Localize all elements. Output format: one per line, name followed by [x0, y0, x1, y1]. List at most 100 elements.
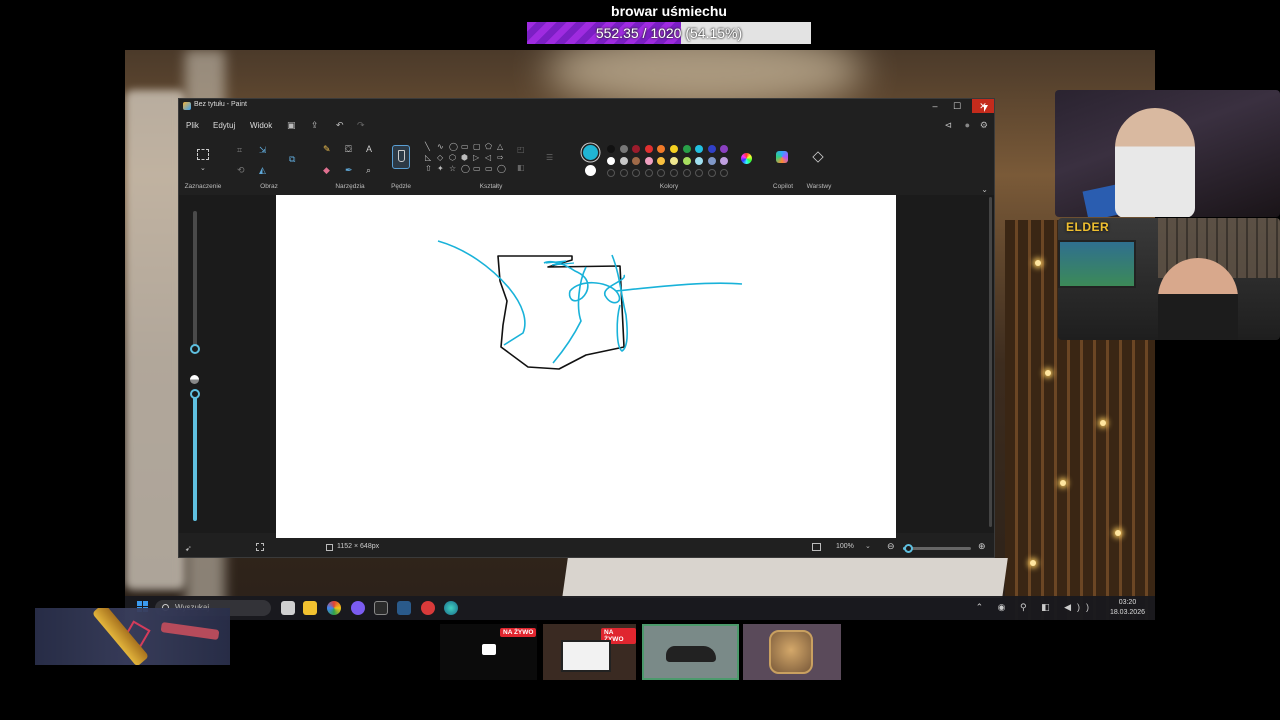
palette-swatch[interactable]: [657, 145, 666, 153]
paint-taskbar-icon[interactable]: [444, 601, 458, 615]
crop-icon[interactable]: ⌗: [237, 145, 242, 155]
shape-option-icon[interactable]: ╲: [425, 142, 430, 151]
stream-tile-selected[interactable]: [642, 624, 739, 680]
rotate-icon[interactable]: ⟲: [237, 165, 245, 175]
file-explorer-icon[interactable]: [303, 601, 317, 615]
primary-color-swatch[interactable]: [583, 145, 598, 160]
magnifier-icon[interactable]: ⌕: [366, 165, 371, 175]
color-picker-icon[interactable]: ✒: [345, 165, 353, 175]
settings-gear-icon[interactable]: ⚙: [980, 120, 988, 131]
maximize-button[interactable]: ☐: [946, 99, 968, 113]
steam-icon[interactable]: [397, 601, 411, 615]
stream-tile[interactable]: NA ŻYWO: [440, 624, 537, 680]
text-tool-icon[interactable]: A: [366, 144, 372, 154]
zoom-slider-knob[interactable]: [904, 544, 914, 553]
shape-option-icon[interactable]: ⬢: [461, 153, 468, 162]
stream-tile[interactable]: NA ŻYWO: [543, 624, 636, 680]
empty-swatch[interactable]: [644, 169, 653, 177]
shape-option-icon[interactable]: ▭: [473, 164, 481, 173]
vertical-scrollbar[interactable]: [989, 197, 992, 527]
shapes-gallery[interactable]: ╲ ∿ ◯ ▭ ▢ ⬠ △ ◺ ◇ ⬡ ⬢ ▷ ◁ ⇨ ⇧ ✦ ☆ ◯ ▭ ▭ ◯: [425, 142, 509, 178]
menu-edit[interactable]: Edytuj: [213, 121, 235, 130]
zoom-level[interactable]: 100%: [836, 543, 854, 550]
stroke-size-icon[interactable]: ☰: [546, 153, 553, 163]
shape-option-icon[interactable]: ⬠: [485, 142, 492, 151]
task-view-icon[interactable]: [281, 601, 295, 615]
shape-option-icon[interactable]: ◇: [437, 153, 443, 162]
shape-option-icon[interactable]: ◯: [497, 164, 506, 173]
close-button[interactable]: ✕: [972, 99, 994, 113]
palette-swatch[interactable]: [607, 157, 615, 165]
palette-swatch[interactable]: [720, 145, 729, 153]
shape-option-icon[interactable]: ◁: [485, 153, 491, 162]
layers-icon[interactable]: [812, 151, 824, 163]
menu-view[interactable]: Widok: [250, 121, 272, 130]
opacity-slider-knob[interactable]: [190, 389, 200, 399]
undo-icon[interactable]: ↶: [336, 120, 344, 131]
palette-swatch[interactable]: [707, 145, 716, 153]
eraser-icon[interactable]: ◆: [323, 165, 330, 175]
copilot-icon[interactable]: [776, 151, 788, 163]
opacity-slider[interactable]: [190, 389, 200, 521]
palette-swatch[interactable]: [695, 157, 704, 165]
shape-option-icon[interactable]: ◺: [425, 153, 431, 162]
shape-option-icon[interactable]: ▷: [473, 153, 479, 162]
taskbar-clock[interactable]: 03:20 18.03.2026: [1110, 598, 1145, 618]
empty-swatch[interactable]: [632, 169, 641, 177]
shape-fill-icon[interactable]: ◧: [517, 163, 525, 173]
empty-swatch[interactable]: [682, 169, 691, 177]
palette-swatch[interactable]: [632, 145, 641, 153]
ribbon-collapse-chevron-icon[interactable]: ⌄: [981, 185, 988, 194]
shape-outline-icon[interactable]: ◰: [517, 145, 525, 155]
resize-icon[interactable]: ⇲: [259, 145, 267, 155]
palette-swatch[interactable]: [720, 157, 729, 165]
brush-size-slider[interactable]: [190, 211, 200, 354]
brush-size-slider-knob[interactable]: [190, 344, 200, 354]
system-tray-icons[interactable]: ⌃ ◉ ⚲ ◧ ◀)): [976, 602, 1095, 613]
empty-swatch[interactable]: [657, 169, 666, 177]
image-creator-icon[interactable]: ⧉: [289, 154, 295, 164]
shape-option-icon[interactable]: ◯: [449, 142, 458, 151]
zoom-dropdown-chevron-icon[interactable]: ⌄: [865, 542, 871, 550]
edit-colors-wheel-icon[interactable]: [741, 153, 752, 164]
empty-swatch[interactable]: [619, 169, 628, 177]
palette-swatch[interactable]: [644, 145, 653, 153]
empty-swatch[interactable]: [695, 169, 704, 177]
palette-swatch[interactable]: [619, 145, 628, 153]
fit-to-window-icon[interactable]: [812, 543, 821, 551]
empty-swatch[interactable]: [707, 169, 716, 177]
paint-titlebar[interactable]: Bez tytułu - Paint – ☐ ✕: [179, 99, 994, 113]
empty-swatch[interactable]: [607, 169, 615, 177]
zoom-slider[interactable]: [903, 544, 971, 553]
palette-swatch[interactable]: [707, 157, 716, 165]
empty-swatch[interactable]: [720, 169, 729, 177]
fill-bucket-icon[interactable]: ⛋: [345, 144, 352, 154]
chevron-down-icon[interactable]: ⌄: [200, 164, 206, 174]
shape-option-icon[interactable]: ⇧: [425, 164, 432, 173]
shape-option-icon[interactable]: ⇨: [497, 153, 504, 162]
xbox-icon[interactable]: [374, 601, 388, 615]
menu-file[interactable]: Plik: [186, 121, 199, 130]
minimize-button[interactable]: –: [924, 99, 946, 113]
shape-option-icon[interactable]: ☆: [449, 164, 456, 173]
shape-option-icon[interactable]: ▢: [473, 142, 481, 151]
palette-swatch[interactable]: [632, 157, 641, 165]
brushes-button[interactable]: [392, 145, 410, 169]
secondary-color-swatch[interactable]: [585, 165, 596, 176]
shape-option-icon[interactable]: ▭: [485, 164, 493, 173]
shape-option-icon[interactable]: ✦: [437, 164, 444, 173]
feedback-icon[interactable]: ⊲: [944, 120, 952, 131]
zoom-out-icon[interactable]: ⊖: [887, 541, 895, 552]
save-icon[interactable]: ▣: [287, 120, 296, 131]
shape-option-icon[interactable]: ∿: [437, 142, 444, 151]
palette-swatch[interactable]: [682, 145, 691, 153]
share-icon[interactable]: ⇪: [311, 120, 319, 131]
palette-swatch[interactable]: [644, 157, 653, 165]
redo-icon[interactable]: ↷: [357, 120, 365, 131]
palette-swatch[interactable]: [695, 145, 704, 153]
account-icon[interactable]: ●: [965, 120, 970, 130]
selection-tool-icon[interactable]: [197, 149, 209, 160]
chrome-icon[interactable]: [327, 601, 341, 615]
flip-icon[interactable]: ◭: [259, 165, 266, 175]
shape-option-icon[interactable]: ▭: [461, 142, 469, 151]
